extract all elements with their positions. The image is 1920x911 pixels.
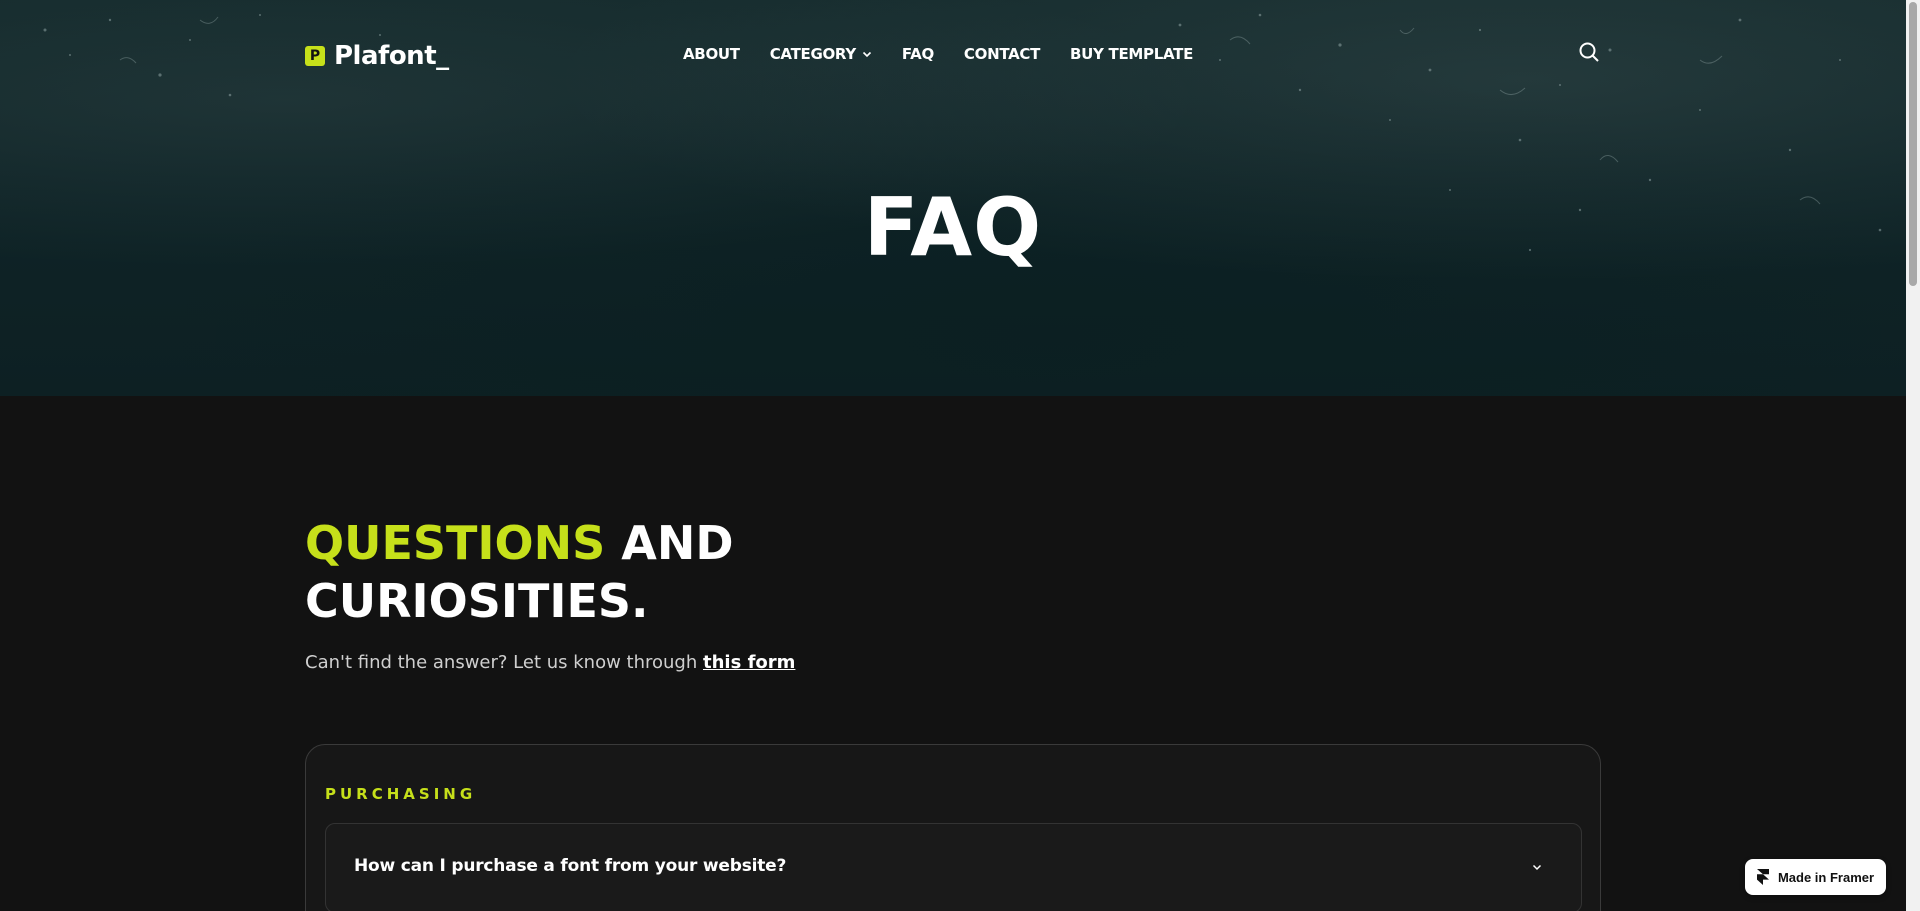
nav-item-contact[interactable]: CONTACT [964,45,1040,63]
hero-banner: P Plafont_ ABOUT CATEGORY FAQ CONTACT BU… [0,0,1906,396]
vertical-scrollbar[interactable] [1906,0,1920,911]
nav-item-category-label: CATEGORY [769,45,856,63]
faq-question: How can I purchase a font from your webs… [354,856,787,876]
headline-accent: QUESTIONS [305,516,606,570]
chevron-down-icon [1531,860,1543,872]
chevron-down-icon [862,49,872,59]
nav-item-about[interactable]: ABOUT [683,45,740,63]
faq-category-label: PURCHASING [325,785,477,803]
nav-item-faq[interactable]: FAQ [902,45,934,63]
logo-mark-icon: P [305,46,325,66]
page: P Plafont_ ABOUT CATEGORY FAQ CONTACT BU… [0,0,1920,911]
nav-item-category[interactable]: CATEGORY [770,45,872,63]
subtext-label: Can't find the answer? Let us know throu… [305,652,703,673]
logo[interactable]: P Plafont_ [305,41,449,71]
search-icon[interactable] [1577,40,1601,64]
nav-item-buy-template[interactable]: BUY TEMPLATE [1070,45,1193,63]
badge-label: Made in Framer [1777,869,1875,885]
headline-part-1: AND [605,516,734,570]
top-navigation: P Plafont_ ABOUT CATEGORY FAQ CONTACT BU… [305,28,1601,78]
nav-menu: ABOUT CATEGORY FAQ CONTACT BUY TEMPLATE [683,45,1223,63]
brand-name: Plafont_ [334,41,449,71]
section-headline: QUESTIONS AND CURIOSITIES. [305,514,1065,630]
faq-item[interactable]: How can I purchase a font from your webs… [325,823,1582,911]
page-title: FAQ [863,181,1043,274]
scrollbar-thumb[interactable] [1909,2,1917,286]
contact-form-link[interactable]: this form [703,652,795,673]
headline-part-2: CURIOSITIES. [305,574,649,628]
made-in-framer-badge[interactable]: Made in Framer [1745,859,1886,895]
faq-card-purchasing: PURCHASING How can I purchase a font fro… [305,744,1601,911]
framer-logo-icon [1756,869,1769,885]
section-subtext: Can't find the answer? Let us know throu… [305,652,795,673]
